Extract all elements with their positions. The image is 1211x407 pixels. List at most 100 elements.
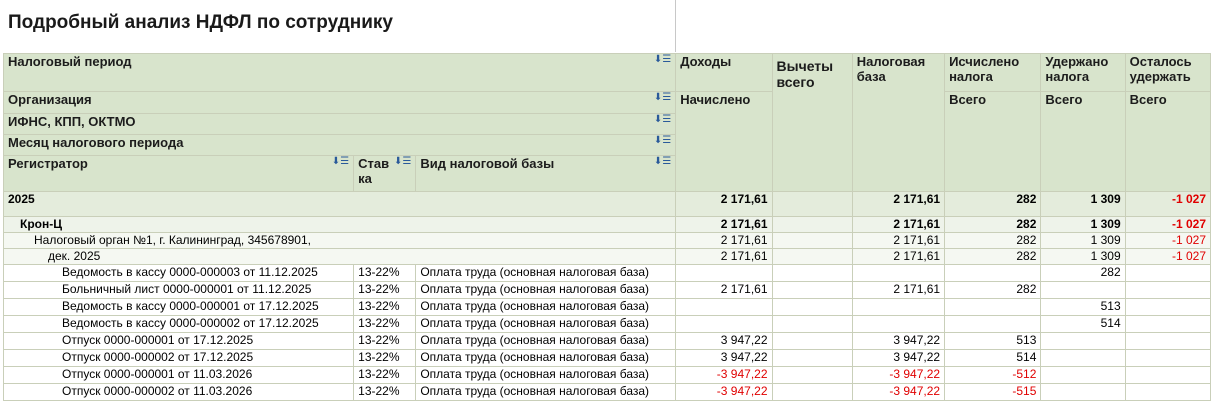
cell-registrar[interactable]: Ведомость в кассу 0000-000003 от 11.12.2… — [2, 264, 355, 282]
cell-rate[interactable]: 13-22% — [353, 315, 417, 333]
cell-base-type[interactable]: Оплата труда (основная налоговая база) — [415, 349, 677, 367]
cell-withheld[interactable] — [1040, 281, 1126, 299]
cell-income[interactable]: 2 171,61 — [675, 191, 773, 217]
cell-calculated[interactable]: 513 — [944, 332, 1042, 350]
cell-withheld[interactable]: 514 — [1040, 315, 1126, 333]
cell-remaining[interactable]: -1 027 — [1124, 248, 1211, 265]
cell-deductions[interactable] — [771, 383, 853, 401]
cell-calculated[interactable]: 282 — [944, 281, 1042, 299]
registrar-link[interactable]: Отпуск 0000-000002 от 11.03.2026 — [8, 385, 252, 399]
cell-income[interactable]: 3 947,22 — [675, 332, 773, 350]
cell-deductions[interactable] — [771, 232, 853, 249]
cell-remaining[interactable]: -1 027 — [1124, 216, 1211, 233]
cell-calculated[interactable]: 282 — [944, 248, 1042, 265]
registrar-link[interactable]: Отпуск 0000-000001 от 11.03.2026 — [8, 368, 252, 382]
cell-tax-base[interactable]: -3 947,22 — [851, 366, 946, 384]
cell-registrar[interactable]: Отпуск 0000-000001 от 17.12.2025 — [2, 332, 355, 350]
cell-rate[interactable]: 13-22% — [353, 349, 417, 367]
cell-income[interactable]: 2 171,61 — [675, 216, 773, 233]
cell-calculated[interactable]: 282 — [944, 232, 1042, 249]
cell-rate[interactable]: 13-22% — [353, 366, 417, 384]
cell-remaining[interactable] — [1124, 383, 1211, 401]
cell-calculated[interactable]: -512 — [944, 366, 1042, 384]
group-label[interactable]: Крон-Ц — [2, 216, 677, 233]
header-tax-base[interactable]: Налоговая база — [851, 53, 946, 192]
header-registrar[interactable]: Регистратор ⬇☰ — [2, 155, 355, 192]
group-label[interactable]: Налоговый орган №1, г. Калининград, 3456… — [2, 232, 677, 249]
group-row[interactable]: дек. 2025 2 171,61 2 171,61 282 1 309 -1 027 — [2, 248, 1211, 265]
cell-remaining[interactable] — [1124, 315, 1211, 333]
cell-tax-base[interactable]: 2 171,61 — [851, 191, 946, 217]
cell-withheld[interactable] — [1040, 383, 1126, 401]
registrar-link[interactable]: Отпуск 0000-000002 от 17.12.2025 — [8, 351, 253, 365]
registrar-link[interactable]: Ведомость в кассу 0000-000003 от 11.12.2… — [8, 266, 318, 280]
cell-income[interactable]: 3 947,22 — [675, 349, 773, 367]
registrar-link[interactable]: Ведомость в кассу 0000-000001 от 17.12.2… — [8, 300, 319, 314]
cell-income[interactable]: 2 171,61 — [675, 248, 773, 265]
sort-icon[interactable]: ⬇☰ — [654, 93, 671, 104]
cell-deductions[interactable] — [771, 349, 853, 367]
cell-income[interactable]: 2 171,61 — [675, 232, 773, 249]
table-row[interactable]: Ведомость в кассу 0000-000003 от 11.12.2… — [2, 264, 1211, 282]
cell-rate[interactable]: 13-22% — [353, 332, 417, 350]
cell-withheld[interactable]: 1 309 — [1040, 232, 1126, 249]
cell-tax-base[interactable]: 3 947,22 — [851, 349, 946, 367]
cell-tax-base[interactable]: -3 947,22 — [851, 383, 946, 401]
cell-remaining[interactable] — [1124, 366, 1211, 384]
cell-base-type[interactable]: Оплата труда (основная налоговая база) — [415, 332, 677, 350]
cell-remaining[interactable] — [1124, 298, 1211, 316]
cell-base-type[interactable]: Оплата труда (основная налоговая база) — [415, 298, 677, 316]
group-label[interactable]: 2025 — [2, 191, 677, 217]
table-row[interactable]: Ведомость в кассу 0000-000001 от 17.12.2… — [2, 298, 1211, 316]
group-row[interactable]: Крон-Ц 2 171,61 2 171,61 282 1 309 -1 027 — [2, 216, 1211, 233]
cell-rate[interactable]: 13-22% — [353, 281, 417, 299]
cell-income[interactable]: 2 171,61 — [675, 281, 773, 299]
cell-deductions[interactable] — [771, 281, 853, 299]
cell-withheld[interactable]: 513 — [1040, 298, 1126, 316]
cell-remaining[interactable]: -1 027 — [1124, 232, 1211, 249]
cell-tax-base[interactable] — [851, 298, 946, 316]
table-row[interactable]: Отпуск 0000-000001 от 11.03.2026 13-22% Оп… — [2, 366, 1211, 384]
cell-tax-base[interactable]: 3 947,22 — [851, 332, 946, 350]
cell-remaining[interactable]: -1 027 — [1124, 191, 1211, 217]
cell-income[interactable] — [675, 298, 773, 316]
cell-calculated[interactable]: 514 — [944, 349, 1042, 367]
cell-deductions[interactable] — [771, 191, 853, 217]
registrar-link[interactable]: Ведомость в кассу 0000-000002 от 17.12.2… — [8, 317, 319, 331]
cell-withheld[interactable] — [1040, 332, 1126, 350]
cell-calculated[interactable]: 282 — [944, 191, 1042, 217]
table-row[interactable]: Отпуск 0000-000001 от 17.12.2025 13-22% Оп… — [2, 332, 1211, 350]
cell-remaining[interactable] — [1124, 281, 1211, 299]
header-org[interactable]: Организация ⬇☰ — [2, 91, 677, 114]
header-month[interactable]: Месяц налогового периода ⬇☰ — [2, 134, 677, 156]
cell-registrar[interactable]: Отпуск 0000-000001 от 11.03.2026 — [2, 366, 355, 384]
cell-rate[interactable]: 13-22% — [353, 383, 417, 401]
cell-registrar[interactable]: Отпуск 0000-000002 от 11.03.2026 — [2, 383, 355, 401]
header-calculated[interactable]: Исчислено налога — [944, 53, 1042, 92]
sort-icon[interactable]: ⬇☰ — [394, 157, 411, 168]
sort-icon[interactable]: ⬇☰ — [654, 157, 671, 168]
cell-withheld[interactable]: 1 309 — [1040, 248, 1126, 265]
cell-tax-base[interactable]: 2 171,61 — [851, 232, 946, 249]
table-row[interactable]: Больничный лист 0000-000001 от 11.12.202… — [2, 281, 1211, 299]
cell-registrar[interactable]: Ведомость в кассу 0000-000002 от 17.12.2… — [2, 315, 355, 333]
header-withheld[interactable]: Удержано налога — [1040, 53, 1126, 92]
cell-calculated[interactable]: 282 — [944, 216, 1042, 233]
cell-remaining[interactable] — [1124, 349, 1211, 367]
cell-tax-base[interactable]: 2 171,61 — [851, 281, 946, 299]
cell-tax-base[interactable] — [851, 264, 946, 282]
cell-remaining[interactable] — [1124, 264, 1211, 282]
cell-registrar[interactable]: Больничный лист 0000-000001 от 11.12.202… — [2, 281, 355, 299]
cell-rate[interactable]: 13-22% — [353, 298, 417, 316]
group-row[interactable]: Налоговый орган №1, г. Калининград, 3456… — [2, 232, 1211, 249]
header-base-type[interactable]: Вид налоговой базы ⬇☰ — [415, 155, 677, 192]
cell-tax-base[interactable]: 2 171,61 — [851, 216, 946, 233]
cell-withheld[interactable] — [1040, 349, 1126, 367]
cell-deductions[interactable] — [771, 332, 853, 350]
header-ifns[interactable]: ИФНС, КПП, ОКТМО ⬇☰ — [2, 113, 677, 135]
cell-withheld[interactable]: 282 — [1040, 264, 1126, 282]
cell-withheld[interactable] — [1040, 366, 1126, 384]
cell-calculated[interactable] — [944, 298, 1042, 316]
cell-base-type[interactable]: Оплата труда (основная налоговая база) — [415, 281, 677, 299]
cell-remaining[interactable] — [1124, 332, 1211, 350]
